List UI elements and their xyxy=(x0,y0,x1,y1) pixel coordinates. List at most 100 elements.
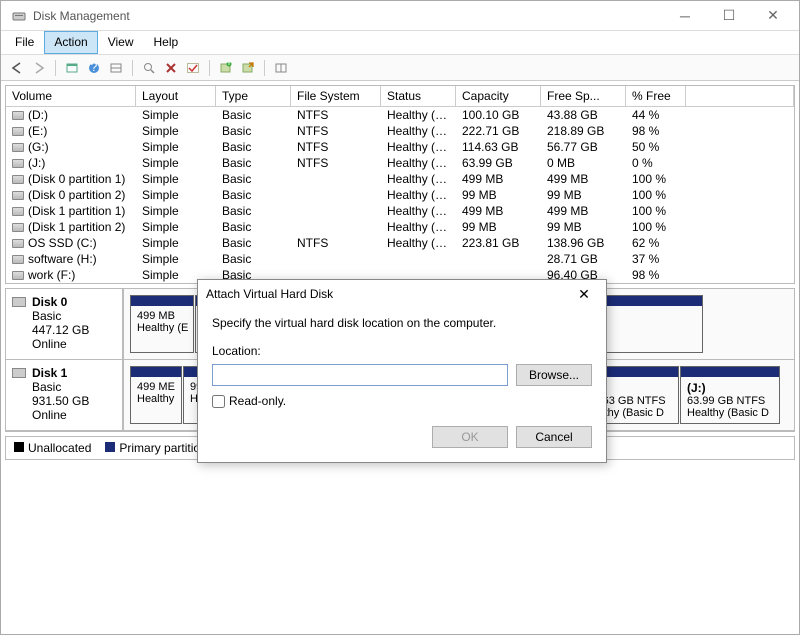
volume-pctfree: 100 % xyxy=(626,171,686,187)
readonly-checkbox[interactable]: Read-only. xyxy=(212,394,592,408)
menu-view[interactable]: View xyxy=(98,31,144,54)
drive-icon xyxy=(12,143,24,152)
toolbar-icon-5[interactable] xyxy=(271,58,291,78)
volume-free: 28.71 GB xyxy=(541,251,626,267)
volume-fs xyxy=(291,203,381,219)
volume-free: 43.88 GB xyxy=(541,107,626,123)
volume-fs xyxy=(291,187,381,203)
volume-status: Healthy (E... xyxy=(381,219,456,235)
volume-pctfree: 44 % xyxy=(626,107,686,123)
volume-capacity: 100.10 GB xyxy=(456,107,541,123)
col-type[interactable]: Type xyxy=(216,86,291,107)
legend-unallocated: Unallocated xyxy=(28,441,91,455)
toolbar: ? + xyxy=(1,55,799,81)
volume-fs: NTFS xyxy=(291,235,381,251)
menu-help[interactable]: Help xyxy=(144,31,189,54)
volume-layout: Simple xyxy=(136,187,216,203)
volume-capacity: 99 MB xyxy=(456,219,541,235)
volume-row[interactable]: software (H:)SimpleBasic28.71 GB37 % xyxy=(6,251,794,267)
volume-pctfree: 100 % xyxy=(626,203,686,219)
volume-row[interactable]: (Disk 1 partition 1)SimpleBasicHealthy (… xyxy=(6,203,794,219)
volume-name: (Disk 0 partition 1) xyxy=(28,172,125,186)
forward-icon[interactable] xyxy=(29,58,49,78)
menu-action[interactable]: Action xyxy=(44,31,97,54)
dialog-title: Attach Virtual Hard Disk xyxy=(206,287,570,301)
volume-status xyxy=(381,251,456,267)
menu-file[interactable]: File xyxy=(5,31,44,54)
partition[interactable]: 499 MBHealthy (E xyxy=(130,295,194,353)
volume-free: 56.77 GB xyxy=(541,139,626,155)
close-button[interactable]: ✕ xyxy=(751,1,795,30)
maximize-button[interactable]: ☐ xyxy=(707,1,751,30)
volume-free: 0 MB xyxy=(541,155,626,171)
volume-free: 218.89 GB xyxy=(541,123,626,139)
volume-row[interactable]: OS SSD (C:)SimpleBasicNTFSHealthy (B...2… xyxy=(6,235,794,251)
volume-row[interactable]: (E:)SimpleBasicNTFSHealthy (B...222.71 G… xyxy=(6,123,794,139)
volume-free: 499 MB xyxy=(541,171,626,187)
toolbar-icon-2[interactable] xyxy=(106,58,126,78)
back-icon[interactable] xyxy=(7,58,27,78)
volume-type: Basic xyxy=(216,123,291,139)
disk-info[interactable]: Disk 1Basic931.50 GBOnline xyxy=(6,360,124,430)
drive-icon xyxy=(12,207,24,216)
titlebar: Disk Management ─ ☐ ✕ xyxy=(1,1,799,31)
volume-status: Healthy (B... xyxy=(381,155,456,171)
volume-row[interactable]: (Disk 1 partition 2)SimpleBasicHealthy (… xyxy=(6,219,794,235)
volume-capacity: 99 MB xyxy=(456,187,541,203)
volume-type: Basic xyxy=(216,107,291,123)
window-controls: ─ ☐ ✕ xyxy=(663,1,795,30)
volume-type: Basic xyxy=(216,219,291,235)
disk-info[interactable]: Disk 0Basic447.12 GBOnline xyxy=(6,289,124,359)
drive-icon xyxy=(12,111,24,120)
drive-icon xyxy=(12,271,24,280)
volume-name: (Disk 0 partition 2) xyxy=(28,188,125,202)
col-volume[interactable]: Volume xyxy=(6,86,136,107)
drive-icon xyxy=(12,255,24,264)
volume-fs: NTFS xyxy=(291,107,381,123)
window-title: Disk Management xyxy=(33,9,663,23)
col-capacity[interactable]: Capacity xyxy=(456,86,541,107)
volume-free: 499 MB xyxy=(541,203,626,219)
col-status[interactable]: Status xyxy=(381,86,456,107)
browse-button[interactable]: Browse... xyxy=(516,364,592,386)
volume-layout: Simple xyxy=(136,171,216,187)
toolbar-icon-1[interactable] xyxy=(62,58,82,78)
svg-text:+: + xyxy=(225,61,232,69)
check-icon[interactable] xyxy=(183,58,203,78)
volume-name: OS SSD (C:) xyxy=(28,236,97,250)
col-fs[interactable]: File System xyxy=(291,86,381,107)
partition[interactable]: 499 MEHealthy xyxy=(130,366,182,424)
dialog-close-button[interactable]: ✕ xyxy=(570,280,598,308)
volume-row[interactable]: (Disk 0 partition 2)SimpleBasicHealthy (… xyxy=(6,187,794,203)
drive-icon xyxy=(12,127,24,136)
col-pctfree[interactable]: % Free xyxy=(626,86,686,107)
partition[interactable]: (J:)63.99 GB NTFSHealthy (Basic D xyxy=(680,366,780,424)
volume-layout: Simple xyxy=(136,107,216,123)
cancel-button[interactable]: Cancel xyxy=(516,426,592,448)
volume-pctfree: 37 % xyxy=(626,251,686,267)
readonly-checkbox-input[interactable] xyxy=(212,395,225,408)
toolbar-icon-3[interactable]: + xyxy=(216,58,236,78)
volume-capacity: 499 MB xyxy=(456,171,541,187)
col-layout[interactable]: Layout xyxy=(136,86,216,107)
volume-row[interactable]: (G:)SimpleBasicNTFSHealthy (B...114.63 G… xyxy=(6,139,794,155)
volume-fs xyxy=(291,171,381,187)
col-free[interactable]: Free Sp... xyxy=(541,86,626,107)
ok-button[interactable]: OK xyxy=(432,426,508,448)
volume-row[interactable]: (Disk 0 partition 1)SimpleBasicHealthy (… xyxy=(6,171,794,187)
readonly-label: Read-only. xyxy=(229,394,286,408)
location-input[interactable] xyxy=(212,364,508,386)
dialog-text: Specify the virtual hard disk location o… xyxy=(212,316,592,330)
search-icon[interactable] xyxy=(139,58,159,78)
volume-name: (E:) xyxy=(28,124,47,138)
help-icon[interactable]: ? xyxy=(84,58,104,78)
volume-row[interactable]: (J:)SimpleBasicNTFSHealthy (B...63.99 GB… xyxy=(6,155,794,171)
minimize-button[interactable]: ─ xyxy=(663,1,707,30)
volume-row[interactable]: (D:)SimpleBasicNTFSHealthy (B...100.10 G… xyxy=(6,107,794,123)
toolbar-icon-4[interactable] xyxy=(238,58,258,78)
delete-icon[interactable] xyxy=(161,58,181,78)
volume-name: (D:) xyxy=(28,108,48,122)
drive-icon xyxy=(12,175,24,184)
volume-name: (J:) xyxy=(28,156,45,170)
volume-pctfree: 50 % xyxy=(626,139,686,155)
